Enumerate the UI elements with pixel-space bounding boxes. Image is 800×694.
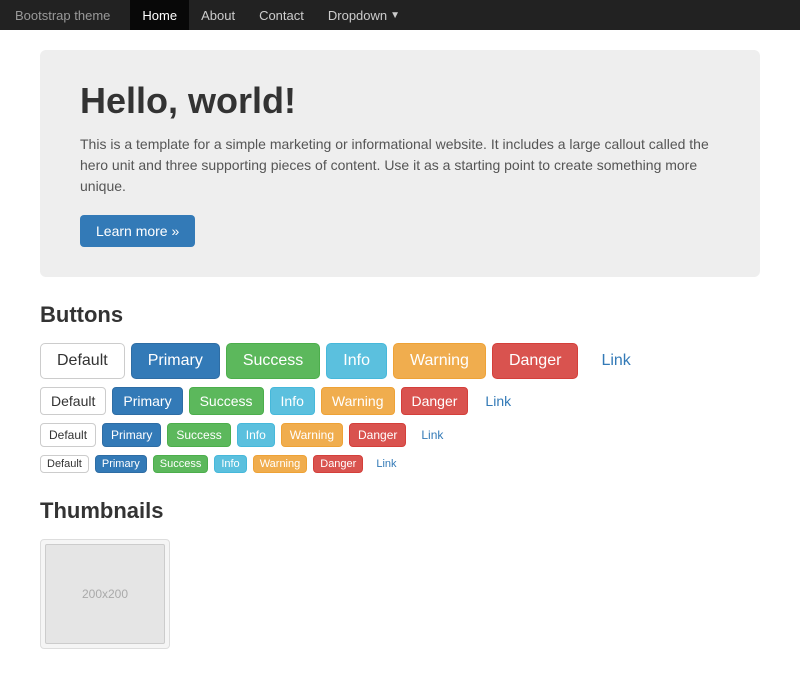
btn-link-md[interactable]: Link <box>474 387 522 415</box>
nav-item-contact[interactable]: Contact <box>247 0 316 30</box>
btn-info-md[interactable]: Info <box>270 387 315 415</box>
buttons-section-title: Buttons <box>40 302 760 328</box>
hero-description: This is a template for a simple marketin… <box>80 134 720 197</box>
button-row-xs: Default Primary Success Info Warning Dan… <box>40 455 760 473</box>
nav-link-home[interactable]: Home <box>130 0 189 30</box>
btn-link-sm[interactable]: Link <box>412 423 452 447</box>
btn-default-lg[interactable]: Default <box>40 343 125 379</box>
btn-success-md[interactable]: Success <box>189 387 264 415</box>
btn-danger-xs[interactable]: Danger <box>313 455 363 473</box>
thumbnail-item[interactable]: 200x200 <box>40 539 170 649</box>
hero-heading: Hello, world! <box>80 80 720 122</box>
btn-danger-sm[interactable]: Danger <box>349 423 406 447</box>
button-row-sm: Default Primary Success Info Warning Dan… <box>40 423 760 447</box>
btn-warning-xs[interactable]: Warning <box>253 455 308 473</box>
navbar-brand[interactable]: Bootstrap theme <box>15 8 110 23</box>
btn-success-xs[interactable]: Success <box>153 455 209 473</box>
btn-danger-lg[interactable]: Danger <box>492 343 578 379</box>
nav-item-dropdown[interactable]: Dropdown ▼ <box>316 0 412 30</box>
navbar-nav: Home About Contact Dropdown ▼ <box>130 0 412 30</box>
learn-more-button[interactable]: Learn more » <box>80 215 195 247</box>
nav-link-contact[interactable]: Contact <box>247 0 316 30</box>
thumbnail-placeholder: 200x200 <box>45 544 165 644</box>
btn-primary-sm[interactable]: Primary <box>102 423 161 447</box>
btn-default-md[interactable]: Default <box>40 387 106 415</box>
btn-info-lg[interactable]: Info <box>326 343 387 379</box>
btn-success-lg[interactable]: Success <box>226 343 320 379</box>
hero-unit: Hello, world! This is a template for a s… <box>40 50 760 277</box>
btn-info-xs[interactable]: Info <box>214 455 246 473</box>
nav-item-home[interactable]: Home <box>130 0 189 30</box>
btn-warning-md[interactable]: Warning <box>321 387 395 415</box>
thumbnails-section: Thumbnails 200x200 <box>40 498 760 649</box>
buttons-section: Buttons Default Primary Success Info War… <box>40 302 760 473</box>
nav-item-about[interactable]: About <box>189 0 247 30</box>
thumbnails-section-title: Thumbnails <box>40 498 760 524</box>
btn-default-xs[interactable]: Default <box>40 455 89 473</box>
btn-danger-md[interactable]: Danger <box>401 387 469 415</box>
thumbnail-label: 200x200 <box>82 587 128 601</box>
btn-success-sm[interactable]: Success <box>167 423 230 447</box>
button-row-md: Default Primary Success Info Warning Dan… <box>40 387 760 415</box>
btn-link-xs[interactable]: Link <box>369 455 403 473</box>
btn-info-sm[interactable]: Info <box>237 423 275 447</box>
btn-link-lg[interactable]: Link <box>584 343 647 379</box>
chevron-down-icon: ▼ <box>390 10 400 21</box>
nav-link-about[interactable]: About <box>189 0 247 30</box>
btn-warning-lg[interactable]: Warning <box>393 343 486 379</box>
navbar: Bootstrap theme Home About Contact Dropd… <box>0 0 800 30</box>
btn-warning-sm[interactable]: Warning <box>281 423 343 447</box>
nav-link-dropdown[interactable]: Dropdown ▼ <box>316 0 412 30</box>
button-row-lg: Default Primary Success Info Warning Dan… <box>40 343 760 379</box>
btn-primary-md[interactable]: Primary <box>112 387 182 415</box>
btn-primary-lg[interactable]: Primary <box>131 343 220 379</box>
btn-default-sm[interactable]: Default <box>40 423 96 447</box>
main-container: Hello, world! This is a template for a s… <box>25 30 775 694</box>
btn-primary-xs[interactable]: Primary <box>95 455 147 473</box>
